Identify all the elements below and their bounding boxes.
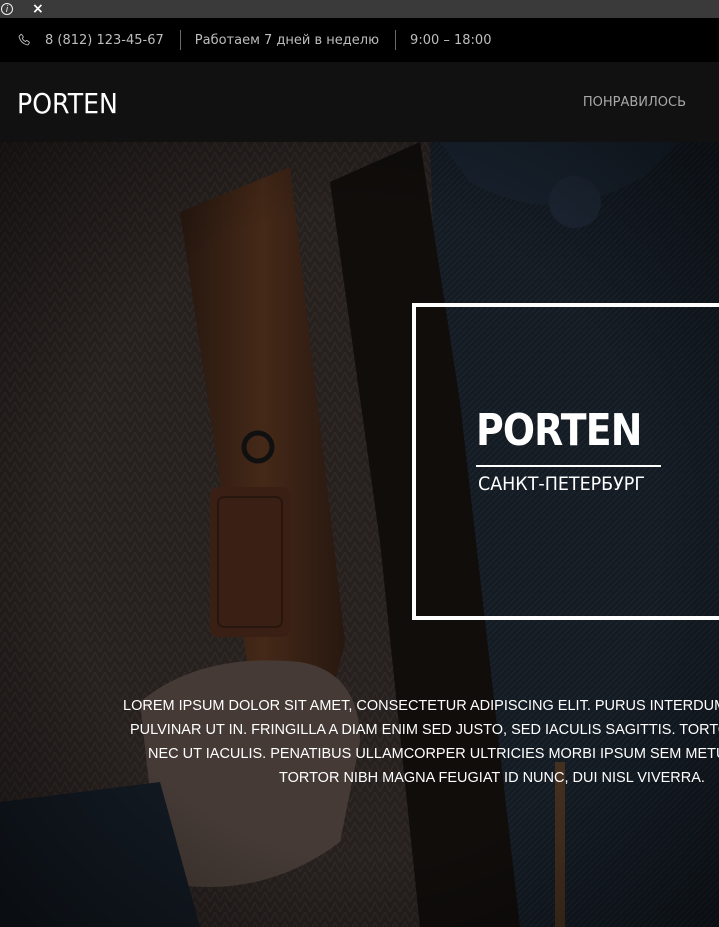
hero-text-line: TORTOR NIBH MAGNA FEUGIAT ID NUNC, DUI N…	[279, 770, 705, 786]
working-hours: 9:00 – 18:00	[410, 32, 492, 48]
info-icon[interactable]: i	[1, 3, 13, 15]
browser-bar: i ×	[0, 0, 719, 18]
brand-city: САНКТ-ПЕТЕРБУРГ	[478, 473, 646, 495]
close-icon[interactable]: ×	[32, 2, 44, 16]
brand-rule	[476, 465, 661, 467]
hero-text-line: PULVINAR UT IN. FRINGILLA A DIAM ENIM SE…	[130, 722, 719, 738]
top-contact-bar: 8 (812) 123-45-67 Работаем 7 дней в неде…	[0, 18, 719, 62]
brand-frame	[412, 303, 719, 620]
hero-banner: PORTEN САНКТ-ПЕТЕРБУРГ LOREM IPSUM DOLOR…	[0, 142, 719, 927]
divider	[395, 30, 397, 50]
nav-link-liked[interactable]: ПОНРАВИЛОСЬ	[583, 95, 686, 110]
hero-text-line: NEC UT IACULIS. PENATIBUS ULLAMCORPER UL…	[148, 746, 719, 762]
main-navbar: PORTEN ПОНРАВИЛОСЬ	[0, 62, 719, 142]
hero-text-line: LOREM IPSUM DOLOR SIT AMET, CONSECTETUR …	[123, 698, 719, 714]
divider	[179, 30, 181, 50]
phone-number[interactable]: 8 (812) 123-45-67	[45, 33, 164, 48]
phone-icon	[18, 33, 30, 46]
site-logo[interactable]: PORTEN	[17, 87, 118, 120]
working-days: Работаем 7 дней в неделю	[194, 32, 380, 48]
brand-logo: PORTEN	[476, 405, 642, 456]
